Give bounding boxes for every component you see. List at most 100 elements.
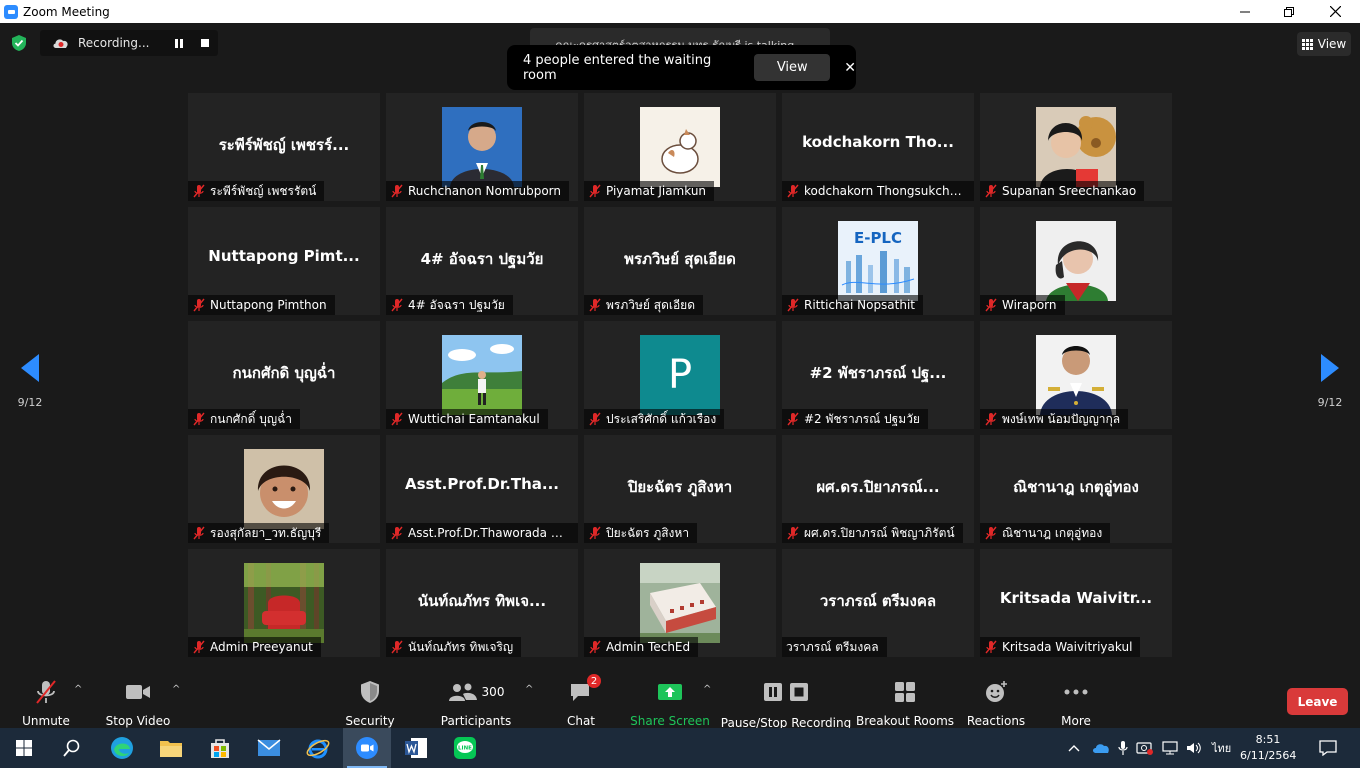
participant-tile[interactable]: Wiraporn: [980, 207, 1172, 315]
zoom-app-icon: [4, 4, 18, 19]
participant-tile[interactable]: Asst.Prof.Dr.Tha... Asst.Prof.Dr.Thaworad…: [386, 435, 578, 543]
participant-photo: [1036, 107, 1116, 187]
participant-tile[interactable]: Nuttapong Pimt... Nuttapong Pimthon: [188, 207, 380, 315]
participant-tile[interactable]: kodchakorn Tho... kodchakorn Thongsukchar…: [782, 93, 974, 201]
participant-name: Supanan Sreechankao: [1002, 184, 1137, 198]
participant-muted-mic-icon: [589, 412, 601, 426]
previous-page-button[interactable]: 9/12: [0, 354, 60, 409]
participant-tile[interactable]: นันท์ณภัทร ทิพเจ... นันท์ณภัทร ทิพเจริญ: [386, 549, 578, 657]
taskbar-store[interactable]: [196, 728, 244, 768]
reactions-smiley-icon: [986, 681, 1007, 702]
share-screen-button[interactable]: Share Screen: [630, 678, 710, 728]
participant-tile[interactable]: Supanan Sreechankao: [980, 93, 1172, 201]
participant-tile[interactable]: Admin TechEd: [584, 549, 776, 657]
taskbar-mail[interactable]: [245, 728, 293, 768]
waiting-room-message: 4 people entered the waiting room: [523, 52, 712, 83]
reactions-button[interactable]: Reactions: [967, 678, 1025, 728]
participant-tile[interactable]: Admin Preeyanut: [188, 549, 380, 657]
encryption-shield-icon[interactable]: [10, 34, 28, 52]
participant-tile[interactable]: ณิชานาฎ เกตุอู่ทอง ณิชานาฎ เกตุอู่ทอง: [980, 435, 1172, 543]
breakout-rooms-button[interactable]: Breakout Rooms: [856, 678, 954, 728]
participant-name: พงษ์เทพ น้อมปัญญากุล: [1002, 411, 1121, 426]
show-hidden-icons-chevron-icon[interactable]: [1068, 743, 1080, 753]
edge-browser-icon: [111, 737, 133, 759]
input-language-indicator[interactable]: ไทย: [1212, 739, 1231, 757]
participant-tile[interactable]: วราภรณ์ ตรีมงคล วราภรณ์ ตรีมงคล: [782, 549, 974, 657]
taskbar-internet-explorer[interactable]: [294, 728, 342, 768]
participant-tile[interactable]: Kritsada Waivitr... Kritsada Waivitriyaku…: [980, 549, 1172, 657]
participant-tile[interactable]: กนกศักดิ บุญฉ่ำ กนกศักดิ์ บุญฉ่ำ: [188, 321, 380, 429]
participant-tile[interactable]: E-PLC Rittichai Nopsathit: [782, 207, 974, 315]
participant-name-bar: 4# อัจฉรา ปฐมวัย: [386, 295, 513, 315]
taskbar-search-button[interactable]: [48, 728, 96, 768]
volume-speaker-icon[interactable]: [1186, 741, 1202, 755]
next-page-button[interactable]: 9/12: [1300, 354, 1360, 409]
start-button[interactable]: [0, 728, 48, 768]
microphone-tray-icon[interactable]: [1118, 740, 1128, 756]
network-ethernet-icon[interactable]: [1162, 741, 1178, 755]
participant-tile[interactable]: ระพีร์พัชญ์ เพชรร์... ระพีร์พัชญ์ เพชรรัต…: [188, 93, 380, 201]
chat-button[interactable]: 2 Chat: [564, 674, 601, 728]
camera-tray-icon[interactable]: [1136, 741, 1154, 755]
taskbar-edge[interactable]: [98, 728, 146, 768]
chat-unread-badge: 2: [587, 674, 601, 688]
participant-tile[interactable]: P ประเสริศักดิ์ แก้วเรือง: [584, 321, 776, 429]
participant-tile[interactable]: ปิยะฉัตร ภูสิงหา ปิยะฉัตร ภูสิงหา: [584, 435, 776, 543]
onedrive-cloud-icon[interactable]: [1092, 742, 1110, 754]
notifications-button[interactable]: [1304, 728, 1352, 768]
participant-name: Admin TechEd: [606, 640, 691, 654]
participant-photo: [244, 563, 324, 643]
unmute-button[interactable]: Unmute: [20, 678, 72, 728]
participant-tile[interactable]: Piyamat Jiamkun: [584, 93, 776, 201]
unmute-label: Unmute: [22, 714, 70, 728]
participant-name-bar: ปิยะฉัตร ภูสิงหา: [584, 523, 698, 543]
taskbar-file-explorer[interactable]: [147, 728, 195, 768]
participant-name-bar: ประเสริศักดิ์ แก้วเรือง: [584, 409, 725, 429]
leave-meeting-button[interactable]: Leave: [1287, 688, 1348, 715]
participant-muted-mic-icon: [589, 184, 601, 198]
microphone-muted-icon: [36, 680, 56, 704]
audio-options-caret-icon[interactable]: ^: [74, 684, 82, 695]
participants-button[interactable]: 300 Participants: [440, 678, 512, 728]
participant-tile[interactable]: พงษ์เทพ น้อมปัญญากุล: [980, 321, 1172, 429]
participant-name-bar: Asst.Prof.Dr.Thaworada C...: [386, 523, 578, 543]
minimize-icon: [1240, 11, 1250, 12]
view-layout-button[interactable]: View: [1297, 32, 1351, 56]
zoom-app-taskbar-icon: [356, 737, 378, 759]
svg-text:E-PLC: E-PLC: [854, 229, 902, 247]
more-button[interactable]: More: [1058, 678, 1094, 728]
stop-icon: [790, 683, 808, 701]
close-notification-icon[interactable]: ✕: [844, 60, 856, 76]
participant-photo: E-PLC: [838, 221, 918, 301]
minimize-button[interactable]: [1222, 0, 1268, 23]
participant-display-name: พรภวิษย์ สุดเอียด: [624, 250, 736, 268]
pause-stop-recording-button[interactable]: Pause/Stop Recording: [721, 678, 851, 730]
taskbar-line[interactable]: LINE: [441, 728, 489, 768]
view-waiting-room-button[interactable]: View: [754, 54, 831, 81]
stop-video-button[interactable]: Stop Video: [106, 678, 170, 728]
participant-tile[interactable]: พรภวิษย์ สุดเอียด พรภวิษย์ สุดเอียด: [584, 207, 776, 315]
pause-recording-button[interactable]: [172, 36, 186, 50]
participant-tile[interactable]: ผศ.ดร.ปิยาภรณ์... ผศ.ดร.ปิยาภรณ์ พิชญาภิร…: [782, 435, 974, 543]
taskbar-clock[interactable]: 8:51 6/11/2564: [1240, 732, 1296, 764]
maximize-button[interactable]: [1266, 0, 1312, 23]
more-dots-icon: [1064, 689, 1088, 695]
participant-name: Rittichai Nopsathit: [804, 298, 916, 312]
close-window-button[interactable]: [1312, 0, 1358, 23]
participant-name-bar: รองสุกัลยา_วท.ธัญบุรี: [188, 523, 330, 543]
participant-tile[interactable]: 4# อัจฉรา ปฐมวัย 4# อัจฉรา ปฐมวัย: [386, 207, 578, 315]
participant-tile[interactable]: รองสุกัลยา_วท.ธัญบุรี: [188, 435, 380, 543]
participant-muted-mic-icon: [193, 184, 205, 198]
participants-count: 300: [481, 685, 505, 699]
taskbar-zoom[interactable]: [343, 728, 391, 768]
participants-options-caret-icon[interactable]: ^: [525, 684, 533, 695]
participant-tile[interactable]: #2 พัชราภรณ์ ปฐ... #2 พัชราภรณ์ ปฐมวัย: [782, 321, 974, 429]
share-options-caret-icon[interactable]: ^: [703, 684, 711, 695]
participant-tile[interactable]: Ruchchanon Nomrubporn: [386, 93, 578, 201]
video-options-caret-icon[interactable]: ^: [172, 684, 180, 695]
security-button[interactable]: Security: [344, 678, 396, 728]
search-icon: [63, 739, 80, 757]
stop-recording-button[interactable]: [198, 36, 212, 50]
participant-tile[interactable]: Wuttichai Eamtanakul: [386, 321, 578, 429]
taskbar-word[interactable]: [392, 728, 440, 768]
